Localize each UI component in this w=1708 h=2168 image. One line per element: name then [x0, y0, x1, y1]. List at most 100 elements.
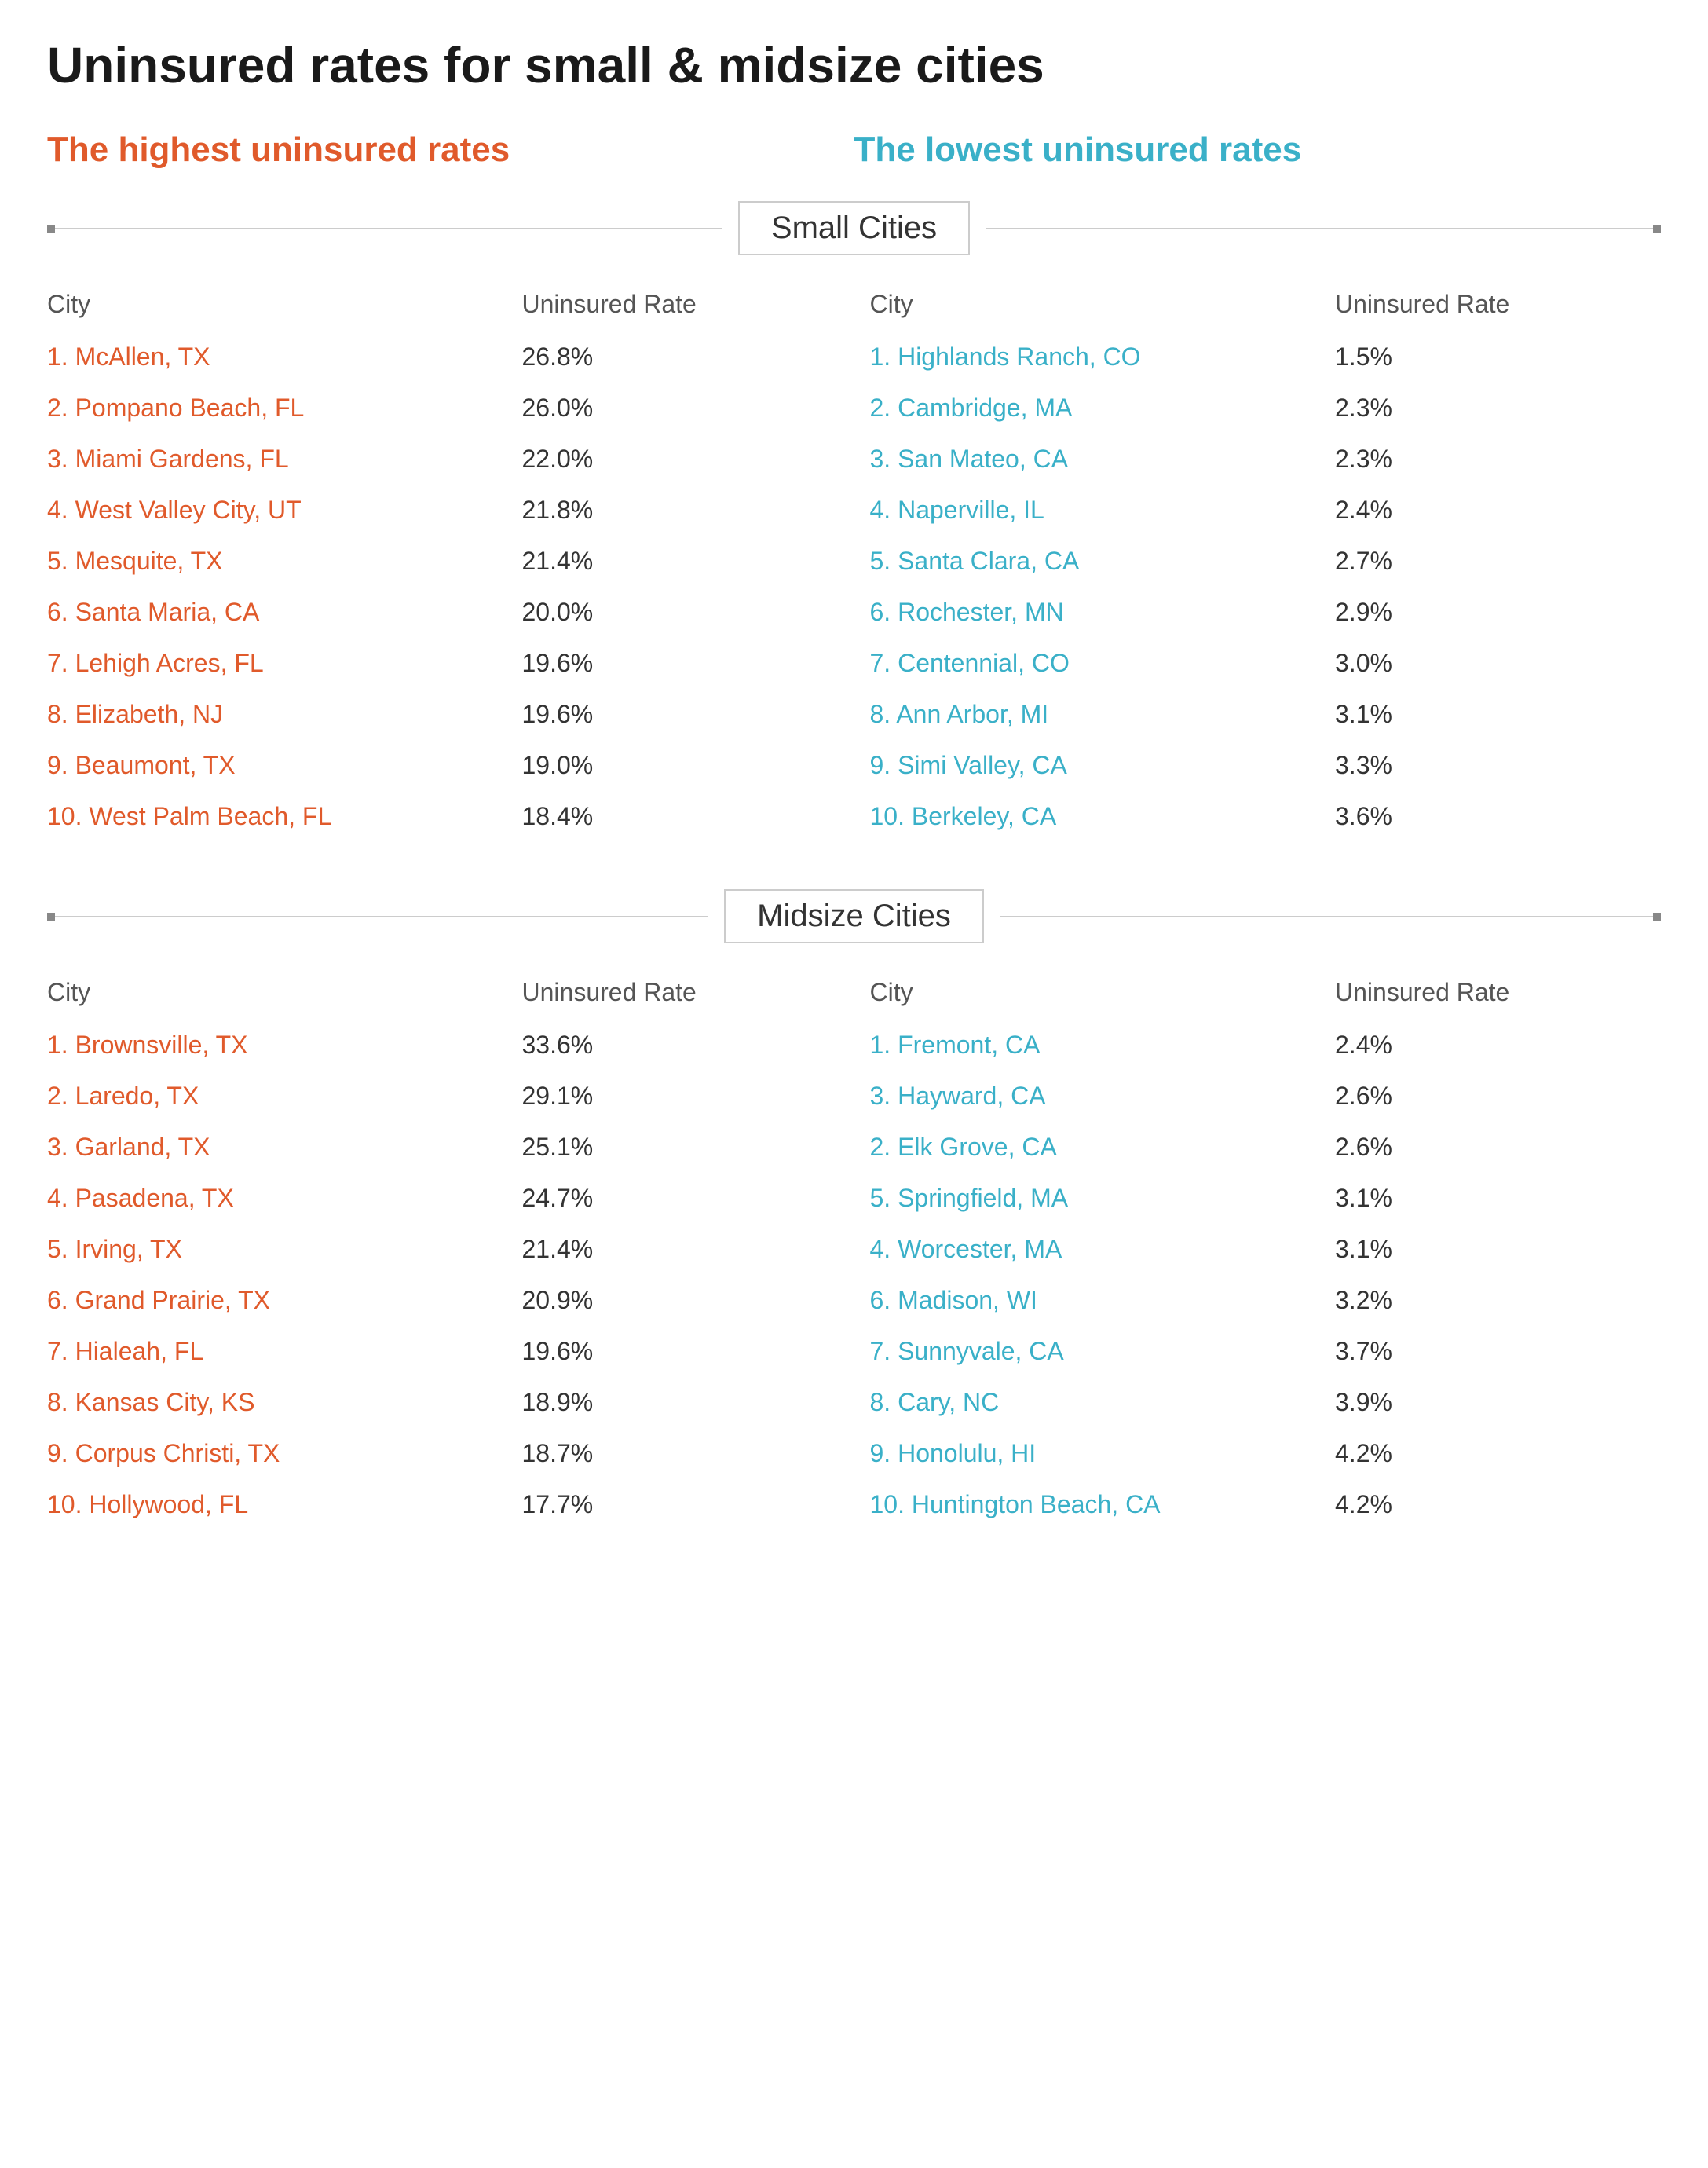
table-row: 8. Kansas City, KS18.9%	[47, 1377, 839, 1428]
city-name-cell: 8. Cary, NC	[870, 1377, 1336, 1428]
rate-cell: 4.2%	[1335, 1479, 1645, 1530]
highest-header: The highest uninsured rates	[47, 130, 854, 170]
table-row: 3. Garland, TX25.1%	[47, 1122, 839, 1173]
table-row: 3. San Mateo, CA2.3%	[870, 434, 1646, 485]
rate-cell: 3.3%	[1335, 740, 1645, 791]
city-name-cell: 2. Elk Grove, CA	[870, 1122, 1336, 1173]
midsize-low-rate-header: Uninsured Rate	[1335, 969, 1645, 1020]
table-row: 2. Elk Grove, CA2.6%	[870, 1122, 1646, 1173]
divider-line-right	[986, 228, 1661, 229]
table-row: 7. Hialeah, FL19.6%	[47, 1326, 839, 1377]
small-high-rate-header: Uninsured Rate	[522, 280, 839, 331]
table-row: 1. McAllen, TX26.8%	[47, 331, 839, 383]
table-row: 9. Beaumont, TX19.0%	[47, 740, 839, 791]
city-name-cell: 10. Berkeley, CA	[870, 791, 1336, 842]
rate-cell: 2.6%	[1335, 1071, 1645, 1122]
midsize-cities-label: Midsize Cities	[724, 889, 984, 943]
table-row: 10. Huntington Beach, CA4.2%	[870, 1479, 1646, 1530]
rate-cell: 2.3%	[1335, 383, 1645, 434]
city-name-cell: 1. Brownsville, TX	[47, 1020, 522, 1071]
city-name-cell: 4. Pasadena, TX	[47, 1173, 522, 1224]
rate-cell: 21.8%	[522, 485, 839, 536]
city-name-cell: 4. West Valley City, UT	[47, 485, 522, 536]
midsize-high-city-header: City	[47, 969, 522, 1020]
table-row: 6. Madison, WI3.2%	[870, 1275, 1646, 1326]
table-row: 5. Irving, TX21.4%	[47, 1224, 839, 1275]
city-name-cell: 6. Rochester, MN	[870, 587, 1336, 638]
city-name-cell: 8. Elizabeth, NJ	[47, 689, 522, 740]
city-name-cell: 5. Mesquite, TX	[47, 536, 522, 587]
table-row: 3. Miami Gardens, FL22.0%	[47, 434, 839, 485]
rate-cell: 2.6%	[1335, 1122, 1645, 1173]
small-cities-highest: City Uninsured Rate 1. McAllen, TX26.8%2…	[47, 280, 854, 842]
small-cities-lowest-table: City Uninsured Rate 1. Highlands Ranch, …	[870, 280, 1646, 842]
rate-cell: 24.7%	[522, 1173, 839, 1224]
city-name-cell: 1. Fremont, CA	[870, 1020, 1336, 1071]
city-name-cell: 7. Hialeah, FL	[47, 1326, 522, 1377]
small-cities-section: City Uninsured Rate 1. McAllen, TX26.8%2…	[47, 280, 1661, 842]
city-name-cell: 2. Pompano Beach, FL	[47, 383, 522, 434]
table-row: 1. Highlands Ranch, CO1.5%	[870, 331, 1646, 383]
small-cities-highest-table: City Uninsured Rate 1. McAllen, TX26.8%2…	[47, 280, 839, 842]
city-name-cell: 3. San Mateo, CA	[870, 434, 1336, 485]
divider-line-left	[47, 228, 722, 229]
rate-cell: 3.9%	[1335, 1377, 1645, 1428]
rate-cell: 3.1%	[1335, 689, 1645, 740]
midsize-high-rate-header: Uninsured Rate	[522, 969, 839, 1020]
small-low-rate-header: Uninsured Rate	[1335, 280, 1645, 331]
table-row: 6. Santa Maria, CA20.0%	[47, 587, 839, 638]
small-cities-label: Small Cities	[738, 201, 970, 255]
midsize-cities-lowest-table: City Uninsured Rate 1. Fremont, CA2.4%3.…	[870, 969, 1646, 1530]
city-name-cell: 10. West Palm Beach, FL	[47, 791, 522, 842]
rate-cell: 2.4%	[1335, 1020, 1645, 1071]
city-name-cell: 6. Grand Prairie, TX	[47, 1275, 522, 1326]
city-name-cell: 5. Santa Clara, CA	[870, 536, 1336, 587]
table-row: 3. Hayward, CA2.6%	[870, 1071, 1646, 1122]
rate-cell: 2.4%	[1335, 485, 1645, 536]
city-name-cell: 9. Honolulu, HI	[870, 1428, 1336, 1479]
city-name-cell: 5. Irving, TX	[47, 1224, 522, 1275]
midsize-cities-section: City Uninsured Rate 1. Brownsville, TX33…	[47, 969, 1661, 1530]
table-row: 9. Honolulu, HI4.2%	[870, 1428, 1646, 1479]
midsize-low-city-header: City	[870, 969, 1336, 1020]
city-name-cell: 2. Cambridge, MA	[870, 383, 1336, 434]
rate-cell: 17.7%	[522, 1479, 839, 1530]
rate-cell: 33.6%	[522, 1020, 839, 1071]
table-row: 9. Simi Valley, CA3.3%	[870, 740, 1646, 791]
city-name-cell: 9. Beaumont, TX	[47, 740, 522, 791]
rate-cell: 19.6%	[522, 638, 839, 689]
table-row: 8. Elizabeth, NJ19.6%	[47, 689, 839, 740]
rate-cell: 3.0%	[1335, 638, 1645, 689]
rate-cell: 2.9%	[1335, 587, 1645, 638]
table-row: 5. Santa Clara, CA2.7%	[870, 536, 1646, 587]
midsize-cities-highest: City Uninsured Rate 1. Brownsville, TX33…	[47, 969, 854, 1530]
rate-cell: 19.0%	[522, 740, 839, 791]
table-row: 4. Worcester, MA3.1%	[870, 1224, 1646, 1275]
city-name-cell: 9. Simi Valley, CA	[870, 740, 1336, 791]
midsize-cities-highest-table: City Uninsured Rate 1. Brownsville, TX33…	[47, 969, 839, 1530]
midsize-divider-line-left	[47, 916, 708, 917]
small-cities-lowest: City Uninsured Rate 1. Highlands Ranch, …	[854, 280, 1662, 842]
city-name-cell: 4. Worcester, MA	[870, 1224, 1336, 1275]
table-row: 9. Corpus Christi, TX18.7%	[47, 1428, 839, 1479]
page-title: Uninsured rates for small & midsize citi…	[47, 38, 1661, 93]
rate-cell: 3.7%	[1335, 1326, 1645, 1377]
rate-cell: 3.6%	[1335, 791, 1645, 842]
rate-cell: 21.4%	[522, 1224, 839, 1275]
rate-cell: 25.1%	[522, 1122, 839, 1173]
midsize-divider-line-right	[1000, 916, 1661, 917]
city-name-cell: 1. Highlands Ranch, CO	[870, 331, 1336, 383]
table-row: 5. Springfield, MA3.1%	[870, 1173, 1646, 1224]
city-name-cell: 8. Ann Arbor, MI	[870, 689, 1336, 740]
rate-cell: 19.6%	[522, 689, 839, 740]
small-cities-divider: Small Cities	[47, 201, 1661, 255]
city-name-cell: 5. Springfield, MA	[870, 1173, 1336, 1224]
city-name-cell: 3. Garland, TX	[47, 1122, 522, 1173]
city-name-cell: 4. Naperville, IL	[870, 485, 1336, 536]
table-row: 2. Pompano Beach, FL26.0%	[47, 383, 839, 434]
rate-cell: 19.6%	[522, 1326, 839, 1377]
rate-cell: 3.2%	[1335, 1275, 1645, 1326]
rate-cell: 18.7%	[522, 1428, 839, 1479]
rate-cell: 2.3%	[1335, 434, 1645, 485]
table-row: 4. Pasadena, TX24.7%	[47, 1173, 839, 1224]
